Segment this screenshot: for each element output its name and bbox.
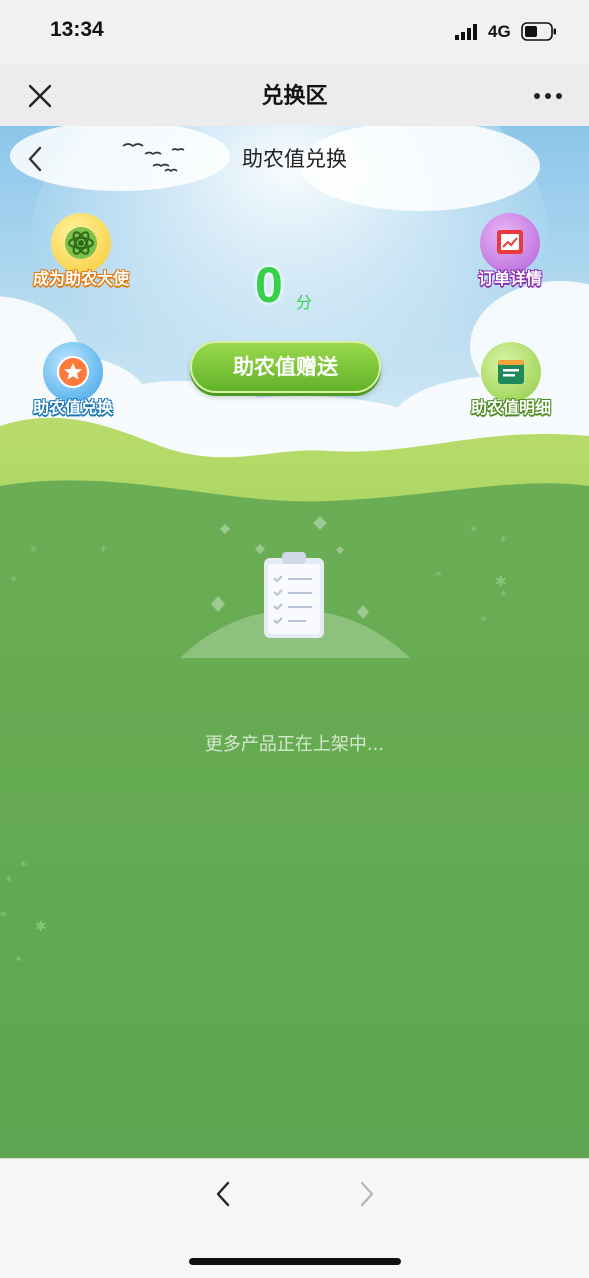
exchange-label: 助农值兑换 <box>32 398 113 417</box>
gift-points-button[interactable]: 助农值赠送 <box>190 341 381 393</box>
atom-icon <box>51 213 111 273</box>
ambassador-button[interactable]: 成为助农大使 <box>26 213 136 289</box>
svg-text:*: * <box>500 589 507 605</box>
svg-text:*: * <box>10 574 17 590</box>
ambassador-label: 成为助农大使 <box>32 269 129 288</box>
svg-text:*: * <box>5 874 12 890</box>
svg-text:*: * <box>500 534 507 550</box>
order-details-button[interactable]: 订单详情 <box>455 213 565 289</box>
svg-text:✱: ✱ <box>35 919 47 935</box>
battery-icon <box>521 22 556 41</box>
score-unit: 分 <box>296 293 313 312</box>
browser-forward-icon[interactable] <box>352 1178 380 1210</box>
svg-text:*: * <box>30 544 37 560</box>
svg-text:*: * <box>100 544 107 560</box>
home-indicator <box>189 1258 401 1265</box>
chart-board-icon <box>480 213 540 273</box>
svg-text:*: * <box>435 569 442 585</box>
svg-text:*: * <box>0 909 7 925</box>
star-medal-icon <box>43 342 103 402</box>
browser-back-icon[interactable] <box>210 1178 238 1210</box>
svg-text:✱: ✱ <box>495 574 507 590</box>
clipboard-checklist-icon <box>180 516 410 658</box>
network-label: 4G <box>488 22 511 41</box>
order-details-label: 订单详情 <box>477 269 542 288</box>
signal-icon <box>455 24 477 40</box>
svg-text:*: * <box>480 614 487 630</box>
svg-text:*: * <box>20 859 27 875</box>
page-title: 助农值兑换 <box>242 147 347 171</box>
nav-title: 兑换区 <box>261 84 328 109</box>
status-time: 13:34 <box>50 18 104 41</box>
empty-state-text: 更多产品正在上架中... <box>204 734 385 755</box>
more-dots-icon[interactable] <box>528 82 568 110</box>
value-details-button[interactable]: 助农值明细 <box>456 342 566 418</box>
exchange-button[interactable]: 助农值兑换 <box>18 342 128 418</box>
svg-text:*: * <box>15 954 22 970</box>
list-card-icon <box>481 342 541 402</box>
svg-text:*: * <box>470 524 477 540</box>
value-details-label: 助农值明细 <box>470 398 551 417</box>
score-value: 0 <box>255 257 283 313</box>
